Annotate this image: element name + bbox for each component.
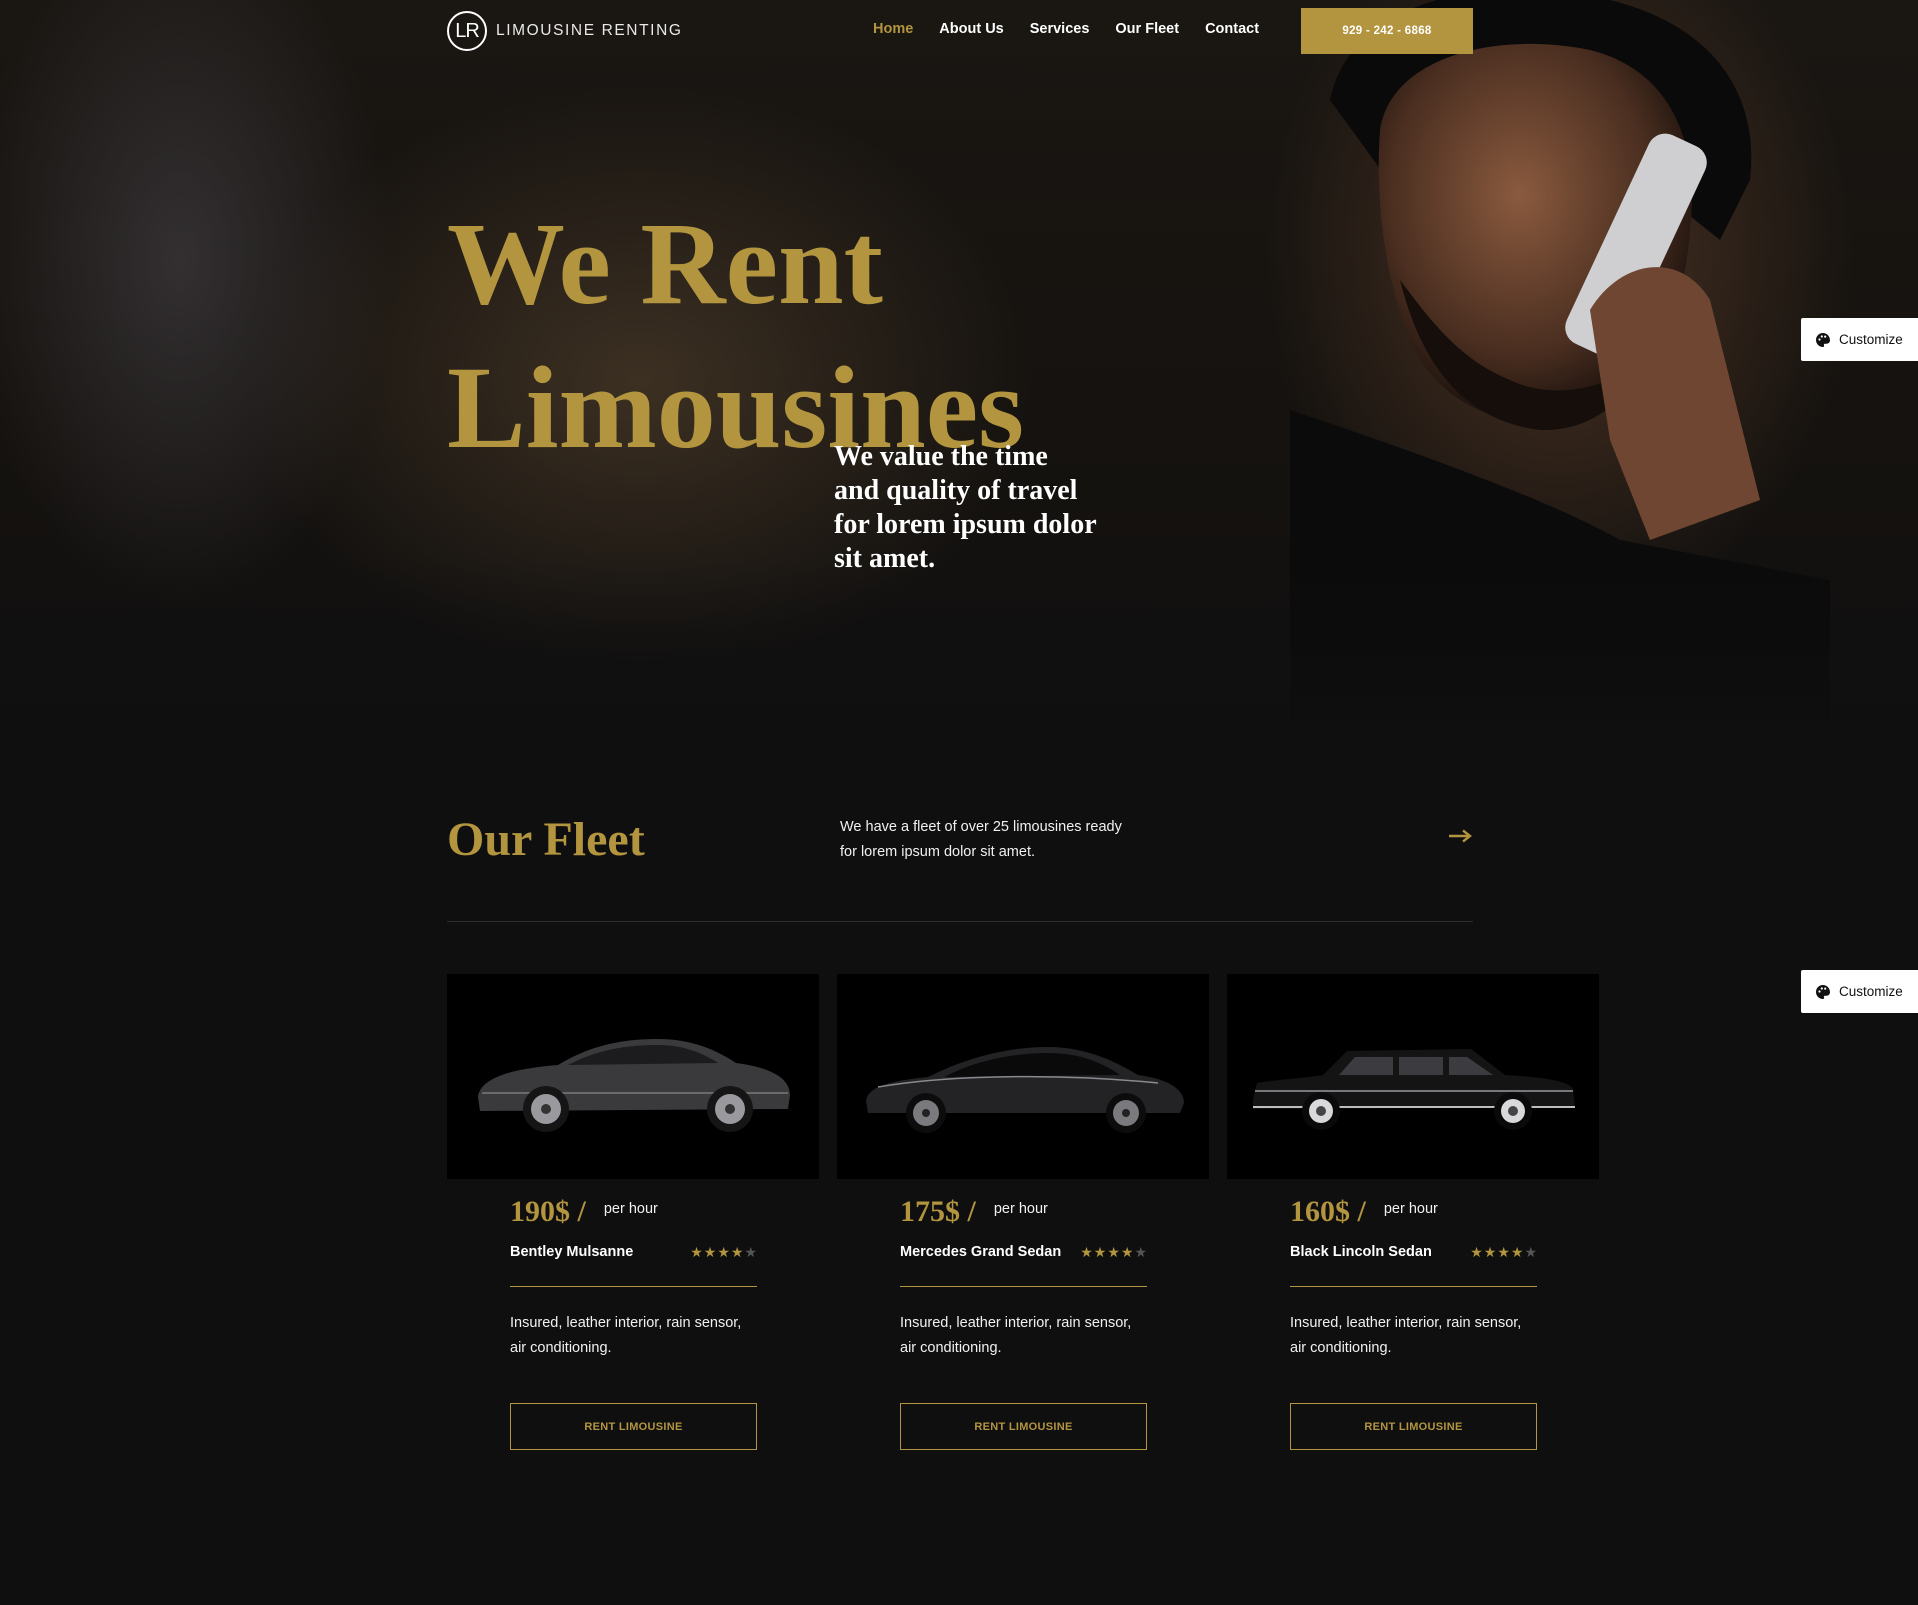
card-body: 160$ / per hour Black Lincoln Sedan ★ ★ ★ ★… (1227, 1195, 1599, 1450)
star-icon: ★ (1497, 1243, 1510, 1260)
car-image-mercedes (837, 974, 1209, 1179)
site-header: LR LIMOUSINE RENTING Home About Us Servi… (0, 0, 1918, 62)
card-body: 190$ / per hour Bentley Mulsanne ★ ★ ★ ★ ★ I… (447, 1195, 819, 1450)
card-body: 175$ / per hour Mercedes Grand Sedan ★ ★ ★… (837, 1195, 1209, 1450)
star-icon: ★ (1093, 1243, 1107, 1260)
price: 160$ / (1290, 1195, 1366, 1228)
fleet-title: Our Fleet (447, 813, 645, 866)
star-icon: ★ (717, 1243, 730, 1260)
car-features: Insured, leather interior, rain sensor, … (900, 1315, 1132, 1356)
price: 175$ / (900, 1195, 976, 1228)
fleet-card: 190$ / per hour Bentley Mulsanne ★ ★ ★ ★ ★ I… (447, 974, 819, 1450)
car-name: Mercedes Grand Sedan (900, 1244, 1062, 1260)
lincoln-car-illustration (1253, 1048, 1575, 1130)
fleet-description: We have a fleet of over 25 limousines re… (840, 819, 1122, 860)
nav-item-contact[interactable]: Contact (1205, 21, 1259, 37)
nav-item-our-fleet[interactable]: Our Fleet (1115, 21, 1179, 37)
star-empty-icon: ★ (1524, 1243, 1537, 1260)
star-empty-icon: ★ (1134, 1243, 1147, 1260)
customize-button[interactable]: Customize (1801, 318, 1918, 361)
customize-button-2[interactable]: Customize (1801, 970, 1918, 1013)
name-row: Mercedes Grand Sedan ★ ★ ★ ★ ★ (900, 1241, 1147, 1263)
phone-button[interactable]: 929 - 242 - 6868 (1301, 8, 1473, 54)
car-name: Bentley Mulsanne (510, 1244, 634, 1260)
car-features: Insured, leather interior, rain sensor, … (1290, 1315, 1522, 1356)
logo-text: LIMOUSINE RENTING (496, 22, 683, 39)
star-icon: ★ (690, 1243, 703, 1260)
rating-stars: ★ ★ ★ ★ ★ (1080, 1244, 1147, 1261)
price-unit: per hour (603, 1201, 658, 1217)
customize-label: Customize (1839, 332, 1903, 347)
star-icon: ★ (703, 1243, 717, 1260)
card-divider (900, 1286, 1147, 1287)
star-empty-icon: ★ (744, 1243, 757, 1260)
star-icon: ★ (730, 1243, 744, 1260)
hero-title: We Rent Limousines (447, 192, 1024, 480)
logo[interactable]: LR LIMOUSINE RENTING (447, 11, 683, 51)
main-nav: Home About Us Services Our Fleet Contact (873, 21, 1285, 37)
fleet-card: 160$ / per hour Black Lincoln Sedan ★ ★ ★ ★… (1227, 974, 1599, 1450)
star-icon: ★ (1120, 1243, 1134, 1260)
rating-stars: ★ ★ ★ ★ ★ (1470, 1244, 1537, 1261)
palette-icon (1816, 332, 1830, 347)
star-icon: ★ (1107, 1243, 1120, 1260)
arrow-right-icon[interactable] (1448, 829, 1472, 843)
rent-limousine-button[interactable]: RENT LIMOUSINE (900, 1403, 1147, 1450)
fleet-card: 175$ / per hour Mercedes Grand Sedan ★ ★ ★… (837, 974, 1209, 1450)
rent-limousine-button[interactable]: RENT LIMOUSINE (510, 1403, 757, 1450)
nav-item-services[interactable]: Services (1030, 21, 1090, 37)
nav-item-home[interactable]: Home (873, 21, 913, 37)
logo-mark: LR (447, 11, 487, 51)
customize-label: Customize (1839, 984, 1903, 999)
bentley-car-illustration (478, 1038, 790, 1132)
car-image-bentley (447, 974, 819, 1179)
car-image-lincoln (1227, 974, 1599, 1179)
star-icon: ★ (1510, 1243, 1524, 1260)
star-icon: ★ (1080, 1243, 1093, 1260)
hero-fade (0, 560, 1918, 820)
price-unit: per hour (993, 1201, 1048, 1217)
hero-subtitle: We value the time and quality of travel … (834, 441, 1097, 574)
card-divider (510, 1286, 757, 1287)
rating-stars: ★ ★ ★ ★ ★ (690, 1244, 757, 1261)
palette-icon (1816, 984, 1830, 999)
car-features: Insured, leather interior, rain sensor, … (510, 1315, 742, 1356)
price-unit: per hour (1383, 1201, 1438, 1217)
car-name: Black Lincoln Sedan (1290, 1244, 1432, 1260)
nav-item-about-us[interactable]: About Us (939, 21, 1003, 37)
card-divider (1290, 1286, 1537, 1287)
price: 190$ / (510, 1195, 586, 1228)
name-row: Bentley Mulsanne ★ ★ ★ ★ ★ (510, 1241, 757, 1263)
star-icon: ★ (1483, 1243, 1497, 1260)
rent-limousine-button[interactable]: RENT LIMOUSINE (1290, 1403, 1537, 1450)
price-row: 175$ / per hour (900, 1195, 1209, 1231)
price-row: 160$ / per hour (1290, 1195, 1599, 1231)
name-row: Black Lincoln Sedan ★ ★ ★ ★ ★ (1290, 1241, 1537, 1263)
section-divider (447, 921, 1473, 922)
price-row: 190$ / per hour (510, 1195, 819, 1231)
page: LR LIMOUSINE RENTING Home About Us Servi… (0, 0, 1918, 1605)
star-icon: ★ (1470, 1243, 1483, 1260)
hero-title-line-1: We Rent (447, 198, 883, 329)
mercedes-car-illustration (866, 1046, 1184, 1133)
